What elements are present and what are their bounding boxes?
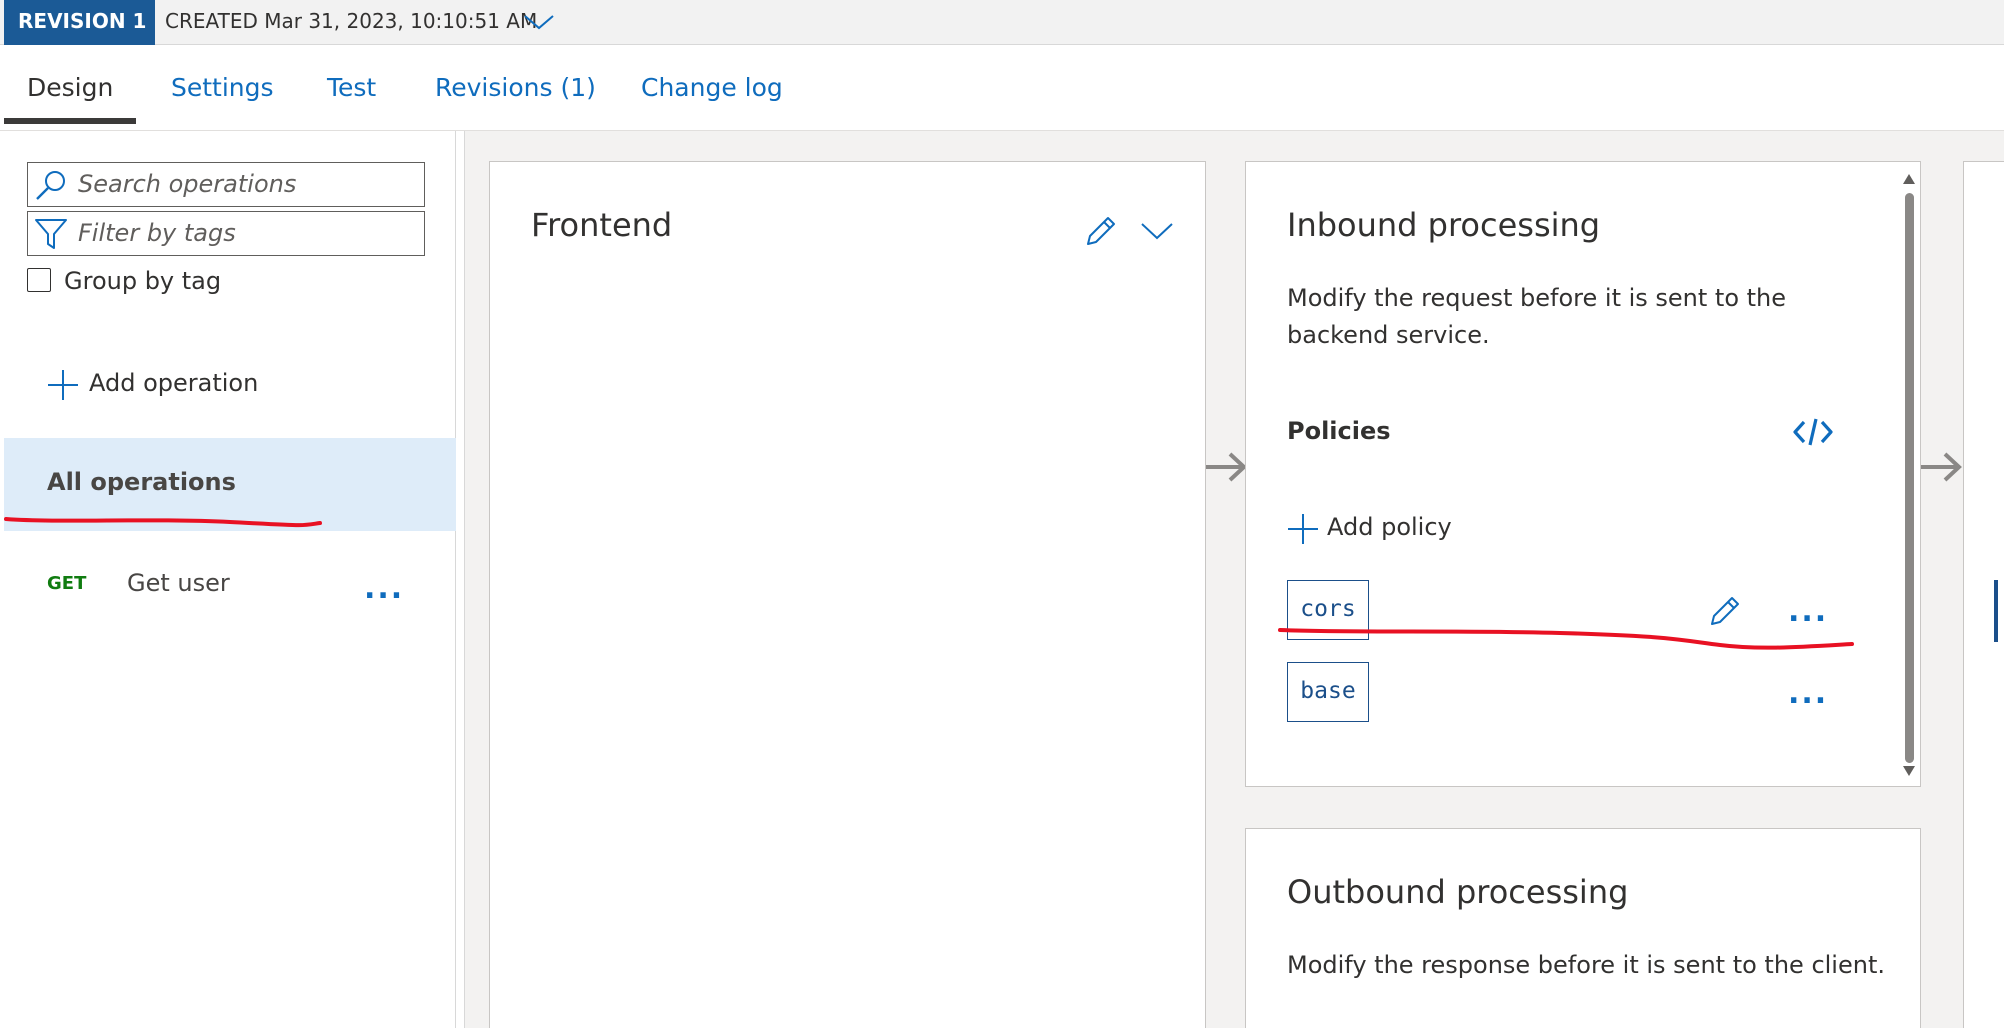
tab-change-log[interactable]: Change log — [641, 73, 783, 102]
filter-input[interactable] — [78, 218, 418, 248]
tab-test[interactable]: Test — [327, 73, 376, 102]
more-options-icon[interactable]: ... — [364, 571, 404, 606]
more-options-icon[interactable]: ... — [1788, 676, 1828, 711]
operation-name: Get user — [127, 569, 230, 597]
outbound-processing-panel: Outbound processing Modify the response … — [1245, 828, 1921, 1028]
code-editor-icon[interactable] — [1793, 416, 1833, 448]
tab-settings[interactable]: Settings — [171, 73, 274, 102]
tab-bar: Design Settings Test Revisions (1) Chang… — [0, 45, 2004, 131]
policy-cors[interactable]: cors — [1287, 580, 1369, 640]
chevron-down-icon[interactable] — [522, 12, 556, 32]
filter-box — [27, 211, 425, 256]
plus-icon — [48, 370, 78, 400]
pencil-icon[interactable] — [1708, 594, 1742, 628]
policies-label: Policies — [1287, 417, 1391, 445]
tab-revisions[interactable]: Revisions (1) — [435, 73, 596, 102]
group-by-tag-label: Group by tag — [64, 267, 222, 295]
inbound-title: Inbound processing — [1287, 206, 1601, 244]
revision-created: CREATED Mar 31, 2023, 10:10:51 AM — [165, 9, 538, 33]
frontend-title: Frontend — [531, 206, 673, 244]
more-options-icon[interactable]: ... — [1788, 594, 1828, 629]
design-canvas: Frontend Inbound processing Modify the r… — [464, 131, 2004, 1028]
search-input[interactable] — [78, 169, 418, 199]
active-tab-indicator — [4, 118, 136, 124]
scroll-down-arrow-icon[interactable] — [1902, 765, 1916, 777]
frontend-panel: Frontend — [489, 161, 1206, 1028]
all-operations-label: All operations — [47, 468, 236, 496]
filter-icon — [35, 219, 67, 249]
inbound-description: Modify the request before it is sent to … — [1287, 284, 1787, 349]
arrow-right-icon — [1921, 452, 1962, 482]
chevron-down-icon[interactable] — [1139, 220, 1175, 242]
inbound-processing-panel: Inbound processing Modify the request be… — [1245, 161, 1921, 787]
revision-bar: REVISION 1 CREATED Mar 31, 2023, 10:10:5… — [0, 0, 2004, 45]
all-operations-item[interactable]: All operations — [4, 438, 456, 531]
revision-badge: REVISION 1 — [4, 0, 155, 45]
tab-design[interactable]: Design — [27, 73, 113, 102]
policy-base[interactable]: base — [1287, 662, 1369, 722]
add-operation-label: Add operation — [89, 369, 259, 397]
outbound-title: Outbound processing — [1287, 873, 1629, 911]
search-icon — [36, 171, 65, 200]
operations-sidebar: Group by tag Add operation All operation… — [4, 131, 456, 1028]
pencil-icon[interactable] — [1084, 214, 1118, 248]
operation-row[interactable]: GET Get user ... — [4, 549, 456, 619]
inbound-scrollbar[interactable] — [1899, 169, 1919, 779]
add-policy-label: Add policy — [1327, 513, 1452, 541]
search-box — [27, 162, 425, 207]
http-method-badge: GET — [47, 573, 87, 594]
arrow-right-icon — [1206, 452, 1247, 482]
scroll-up-arrow-icon[interactable] — [1902, 173, 1916, 185]
panel-edge-marker — [1994, 580, 1998, 642]
group-by-tag-checkbox[interactable] — [27, 268, 51, 292]
outbound-description: Modify the response before it is sent to… — [1287, 951, 1885, 979]
scroll-thumb[interactable] — [1905, 193, 1914, 763]
plus-icon — [1288, 514, 1318, 544]
backend-panel-partial — [1963, 161, 2004, 1028]
